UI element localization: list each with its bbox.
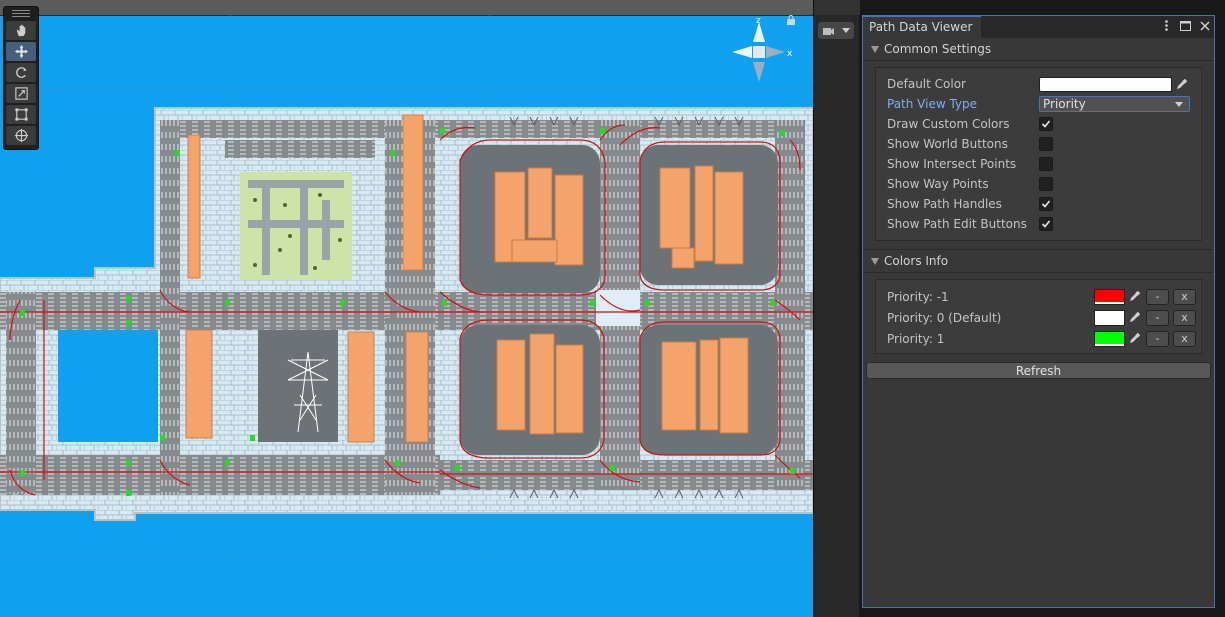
- alpha-stripe: [1095, 343, 1124, 346]
- colors-info-foldout[interactable]: Colors Info: [863, 249, 1214, 273]
- priority-color-row: Priority: 0 (Default) - x: [876, 307, 1201, 328]
- priority-color-row: Priority: -1 - x: [876, 286, 1201, 307]
- default-color-row: Default Color: [876, 74, 1201, 94]
- priority-color-swatch[interactable]: [1094, 330, 1125, 347]
- default-color-label: Default Color: [887, 77, 966, 91]
- priority-color-swatch[interactable]: [1094, 309, 1125, 326]
- decrease-priority-button[interactable]: -: [1146, 309, 1169, 326]
- priority-label: Priority: -1: [887, 289, 949, 304]
- colors-info-header: Colors Info: [884, 254, 949, 268]
- show-path-handles-label: Show Path Handles: [887, 197, 1002, 211]
- rotate-tool-icon[interactable]: [6, 63, 36, 82]
- eyedropper-icon[interactable]: [1126, 289, 1142, 305]
- show-path-edit-buttons-checkbox[interactable]: [1039, 217, 1053, 231]
- eyedropper-icon[interactable]: [1126, 331, 1142, 347]
- window-title: Path Data Viewer: [869, 20, 973, 34]
- refresh-button[interactable]: Refresh: [866, 362, 1211, 379]
- alpha-stripe: [1095, 301, 1124, 304]
- chevron-down-icon: [1175, 102, 1183, 107]
- colors-info-group: Priority: -1- x Priority: 0 (Default) - x Pri…: [875, 279, 1202, 354]
- common-settings-header: Common Settings: [884, 42, 992, 56]
- show-intersect-points-checkbox[interactable]: [1039, 157, 1053, 171]
- show-intersect-points-row: Show Intersect Points: [876, 154, 1201, 174]
- hand-tool-icon[interactable]: [6, 21, 36, 40]
- foldout-triangle-icon: [871, 45, 879, 53]
- remove-priority-button[interactable]: x: [1173, 330, 1196, 347]
- checkmark-icon: [1041, 200, 1051, 208]
- kebab-menu-icon[interactable]: [1161, 19, 1172, 32]
- default-color-field[interactable]: [1039, 76, 1172, 92]
- show-intersect-points-label: Show Intersect Points: [887, 157, 1017, 171]
- foldout-triangle-icon: [871, 257, 879, 265]
- common-settings-group: Default Color Path View Type Priority Dr…: [875, 67, 1202, 241]
- priority-label: Priority: 0 (Default): [887, 310, 1002, 325]
- refresh-label: Refresh: [1015, 363, 1062, 378]
- window-tab[interactable]: Path Data Viewer: [863, 16, 981, 38]
- maximize-icon[interactable]: [1180, 19, 1191, 32]
- path-data-viewer-window: Path Data Viewer Common Settings Default…: [862, 15, 1215, 608]
- scene-view[interactable]: z x: [0, 0, 813, 617]
- path-view-type-value: Priority: [1043, 97, 1086, 111]
- show-world-buttons-row: Show World Buttons: [876, 134, 1201, 154]
- gizmo-x-label: x: [787, 49, 793, 59]
- checkmark-icon: [1041, 120, 1051, 128]
- decrease-priority-button[interactable]: -: [1146, 288, 1169, 305]
- show-way-points-row: Show Way Points: [876, 174, 1201, 194]
- show-path-edit-buttons-row: Show Path Edit Buttons: [876, 214, 1201, 234]
- move-tool-icon[interactable]: [6, 42, 36, 61]
- chevron-down-icon: [842, 27, 850, 33]
- priority-color-swatch[interactable]: [1094, 288, 1125, 305]
- show-world-buttons-label: Show World Buttons: [887, 137, 1008, 151]
- show-path-handles-checkbox[interactable]: [1039, 197, 1053, 211]
- alpha-stripe: [1095, 322, 1124, 325]
- checkmark-icon: [1041, 220, 1051, 228]
- scale-tool-icon[interactable]: [6, 84, 36, 103]
- show-path-handles-row: Show Path Handles: [876, 194, 1201, 214]
- decrease-priority-button[interactable]: -: [1146, 330, 1169, 347]
- draw-custom-colors-label: Draw Custom Colors: [887, 117, 1010, 131]
- tool-palette: [3, 6, 39, 150]
- window-tab-bar: Path Data Viewer: [863, 16, 1214, 38]
- path-view-type-label: Path View Type: [887, 97, 978, 111]
- draw-custom-colors-checkbox[interactable]: [1039, 117, 1053, 131]
- close-icon[interactable]: [1199, 19, 1210, 32]
- scene-side-column: [813, 0, 860, 617]
- camera-mode-button[interactable]: [818, 22, 854, 39]
- city-map[interactable]: [0, 0, 813, 617]
- show-path-edit-buttons-label: Show Path Edit Buttons: [887, 217, 1027, 231]
- lock-icon[interactable]: [786, 15, 796, 25]
- priority-label: Priority: 1: [887, 331, 945, 346]
- path-view-type-row: Path View Type Priority: [876, 94, 1201, 114]
- window-controls: [1161, 19, 1210, 32]
- common-settings-foldout[interactable]: Common Settings: [863, 38, 1214, 61]
- eyedropper-icon[interactable]: [1126, 310, 1142, 326]
- path-view-type-dropdown[interactable]: Priority: [1039, 96, 1190, 112]
- side-column-strip: [814, 0, 860, 15]
- camera-icon: [823, 27, 834, 35]
- priority-color-row: Priority: 1 -x: [876, 328, 1201, 349]
- eyedropper-icon[interactable]: [1173, 76, 1189, 92]
- show-way-points-label: Show Way Points: [887, 177, 989, 191]
- transform-tool-icon[interactable]: [6, 126, 36, 145]
- palette-grip[interactable]: [4, 7, 38, 19]
- show-way-points-checkbox[interactable]: [1039, 177, 1053, 191]
- show-world-buttons-checkbox[interactable]: [1039, 137, 1053, 151]
- remove-priority-button[interactable]: x: [1173, 288, 1196, 305]
- rect-tool-icon[interactable]: [6, 105, 36, 124]
- gizmo-z-label: z: [756, 16, 761, 26]
- draw-custom-colors-row: Draw Custom Colors: [876, 114, 1201, 134]
- remove-priority-button[interactable]: x: [1173, 309, 1196, 326]
